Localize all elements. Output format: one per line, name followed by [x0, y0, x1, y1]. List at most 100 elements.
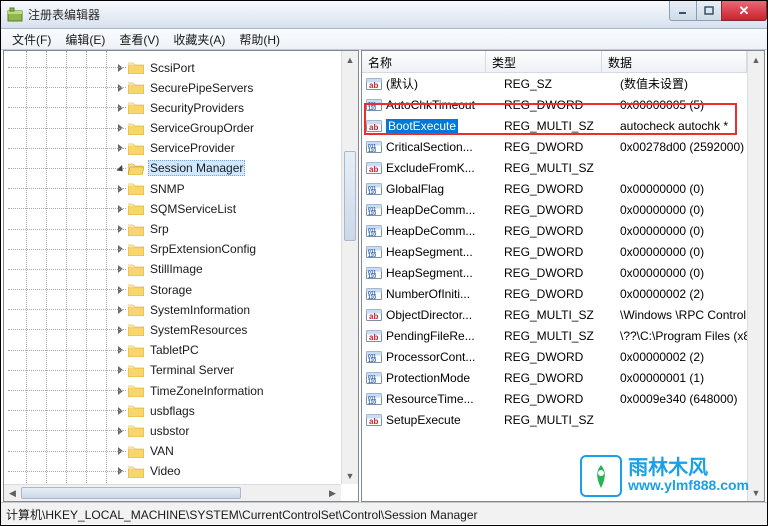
tree-scrollbar-vertical[interactable]: ▲ ▼ — [341, 51, 358, 484]
list-row[interactable]: ObjectDirector...REG_MULTI_SZ\Windows \R… — [362, 304, 747, 325]
tree-item[interactable]: SecurityProviders — [4, 99, 358, 116]
scroll-left-icon[interactable]: ◀ — [4, 485, 21, 502]
menu-edit[interactable]: 编辑(E) — [58, 29, 112, 50]
scroll-right-icon[interactable]: ▶ — [324, 485, 341, 502]
tree-item[interactable]: usbstor — [4, 422, 358, 439]
tree-item[interactable]: usbflags — [4, 402, 358, 419]
list-row[interactable]: SetupExecute REG_MULTI_SZ — [362, 409, 747, 430]
tree-item[interactable]: SystemResources — [4, 321, 358, 338]
tree-item[interactable]: ServiceProvider — [4, 140, 358, 157]
tree-scrollbar-horizontal[interactable]: ◀ ▶ — [4, 484, 341, 501]
list-row[interactable]: PendingFileRe...REG_MULTI_SZ\??\C:\Progr… — [362, 325, 747, 346]
reg-binary-icon — [366, 265, 382, 281]
tree-pane[interactable]: ScsiPort SecurePipeServers SecurityProvide… — [3, 50, 359, 502]
folder-icon — [128, 243, 144, 256]
watermark: 雨林木风 www.ylmf888.com — [580, 455, 749, 497]
value-type: REG_MULTI_SZ — [504, 329, 620, 343]
value-type: REG_MULTI_SZ — [504, 413, 620, 427]
regedit-icon — [7, 7, 23, 23]
collapse-icon[interactable] — [116, 164, 125, 173]
scroll-down-icon[interactable]: ▼ — [748, 484, 764, 501]
value-name: HeapDeComm... — [386, 203, 475, 217]
tree-item[interactable]: ScsiPort — [4, 59, 358, 76]
tree-item[interactable]: SecurePipeServers — [4, 79, 358, 96]
value-data: 0x00000000 (0) — [620, 245, 747, 259]
tree-item[interactable]: TabletPC — [4, 342, 358, 359]
scroll-thumb[interactable] — [344, 151, 356, 241]
list-row[interactable]: (默认)REG_SZ(数值未设置) — [362, 73, 747, 94]
maximize-button[interactable] — [696, 1, 722, 21]
list-row[interactable]: ExcludeFromK...REG_MULTI_SZ — [362, 157, 747, 178]
tree-item-label: Video — [148, 464, 182, 478]
tree-item-label: ServiceGroupOrder — [148, 121, 256, 135]
tree-item[interactable]: SQMServiceList — [4, 200, 358, 217]
watermark-logo-icon — [580, 455, 622, 497]
value-data: 0x00278d00 (2592000) — [620, 140, 747, 154]
value-type: REG_DWORD — [504, 140, 620, 154]
value-name: CriticalSection... — [386, 140, 473, 154]
minimize-button[interactable] — [669, 1, 697, 21]
folder-icon — [128, 263, 144, 276]
menu-file[interactable]: 文件(F) — [5, 29, 58, 50]
tree-item[interactable]: Storage — [4, 281, 358, 298]
reg-string-icon — [366, 412, 382, 428]
value-type: REG_DWORD — [504, 350, 620, 364]
tree-item[interactable]: Video — [4, 463, 358, 480]
list-row[interactable]: ProcessorCont...REG_DWORD0x00000002 (2) — [362, 346, 747, 367]
tree-item[interactable]: SrpExtensionConfig — [4, 241, 358, 258]
list-row[interactable]: ResourceTime...REG_DWORD0x0009e340 (6480… — [362, 388, 747, 409]
folder-icon — [128, 223, 144, 236]
list-row[interactable]: HeapSegment...REG_DWORD0x00000000 (0) — [362, 241, 747, 262]
menu-help[interactable]: 帮助(H) — [232, 29, 287, 50]
scroll-thumb-h[interactable] — [21, 487, 241, 499]
list-row[interactable]: HeapDeComm... REG_DWORD0x00000000 (0) — [362, 199, 747, 220]
list-scrollbar-vertical[interactable]: ▲ ▼ — [747, 51, 764, 501]
value-name: SetupExecute — [386, 413, 461, 427]
tree-item[interactable]: Srp — [4, 221, 358, 238]
reg-binary-icon — [366, 370, 382, 386]
folder-icon — [128, 404, 144, 417]
list-header: 名称 类型 数据 — [362, 51, 747, 73]
value-data: 0x00000002 (2) — [620, 287, 747, 301]
list-row[interactable]: CriticalSection... REG_DWORD0x00278d00 (2… — [362, 136, 747, 157]
list-row[interactable]: HeapSegment...REG_DWORD0x00000000 (0) — [362, 262, 747, 283]
scroll-up-icon[interactable]: ▲ — [748, 51, 764, 68]
folder-icon — [128, 202, 144, 215]
titlebar: 注册表编辑器 ✕ — [1, 1, 767, 29]
column-name[interactable]: 名称 — [362, 51, 486, 72]
tree-item[interactable]: SystemInformation — [4, 301, 358, 318]
value-data: 0x00000000 (0) — [620, 203, 747, 217]
column-data[interactable]: 数据 — [602, 51, 747, 72]
tree-item-label: SecurePipeServers — [148, 81, 255, 95]
tree-item[interactable]: TimeZoneInformation — [4, 382, 358, 399]
value-type: REG_SZ — [504, 77, 620, 91]
reg-string-icon — [366, 76, 382, 92]
list-pane[interactable]: 名称 类型 数据 (默认)REG_SZ(数值未设置)AutoChkTimeout… — [361, 50, 765, 502]
list-row[interactable]: NumberOfIniti...REG_DWORD0x00000002 (2) — [362, 283, 747, 304]
tree-item[interactable]: VAN — [4, 443, 358, 460]
value-type: REG_DWORD — [504, 287, 620, 301]
list-row[interactable]: AutoChkTimeoutREG_DWORD0x00000005 (5) — [362, 94, 747, 115]
list-row[interactable]: BootExecuteREG_MULTI_SZautocheck autochk… — [362, 115, 747, 136]
value-type: REG_DWORD — [504, 203, 620, 217]
statusbar: 计算机\HKEY_LOCAL_MACHINE\SYSTEM\CurrentCon… — [1, 502, 767, 524]
menu-favorites[interactable]: 收藏夹(A) — [166, 29, 232, 50]
list-row[interactable]: ProtectionModeREG_DWORD0x00000001 (1) — [362, 367, 747, 388]
scroll-down-icon[interactable]: ▼ — [342, 467, 358, 484]
scroll-up-icon[interactable]: ▲ — [342, 51, 358, 68]
folder-open-icon — [128, 162, 144, 175]
menu-view[interactable]: 查看(V) — [112, 29, 166, 50]
tree-item[interactable]: SNMP — [4, 180, 358, 197]
column-type[interactable]: 类型 — [486, 51, 602, 72]
tree-item[interactable]: Session Manager — [4, 160, 358, 177]
value-type: REG_DWORD — [504, 371, 620, 385]
value-name: (默认) — [386, 77, 418, 91]
list-row[interactable]: GlobalFlagREG_DWORD0x00000000 (0) — [362, 178, 747, 199]
tree-item[interactable]: ServiceGroupOrder — [4, 120, 358, 137]
tree-item-label: Terminal Server — [148, 363, 236, 377]
tree-item[interactable]: StillImage — [4, 261, 358, 278]
tree-item[interactable]: Terminal Server — [4, 362, 358, 379]
close-button[interactable]: ✕ — [721, 1, 767, 21]
folder-icon — [128, 61, 144, 74]
list-row[interactable]: HeapDeComm...REG_DWORD0x00000000 (0) — [362, 220, 747, 241]
